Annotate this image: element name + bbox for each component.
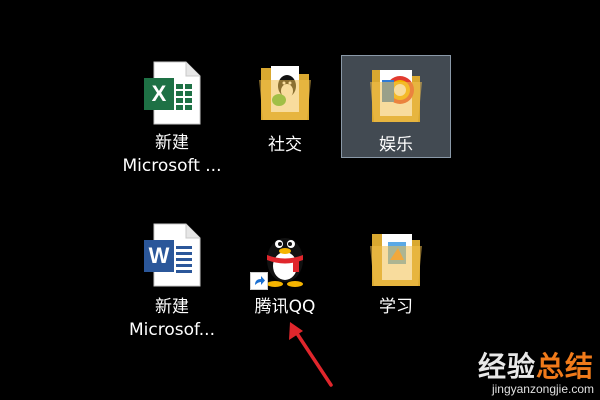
watermark-logo: 经验总结	[478, 352, 594, 382]
watermark-text-part1: 经验	[477, 350, 536, 383]
desktop: X 新建 Microsoft ... 社交 娱乐 W 新建 Microsof..…	[0, 0, 600, 400]
red-arrow-icon	[289, 322, 333, 387]
watermark: 经验总结 jingyanzongjie.com	[478, 352, 594, 397]
watermark-text-part2: 总结	[535, 350, 594, 383]
watermark-url: jingyanzongjie.com	[491, 382, 594, 396]
